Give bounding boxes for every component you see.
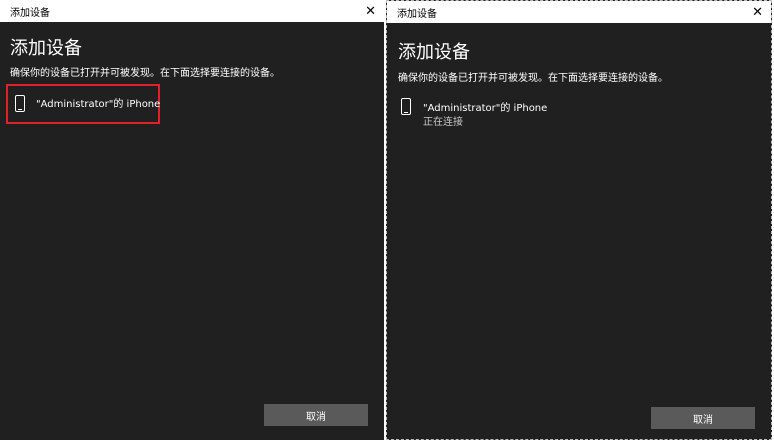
cancel-button[interactable]: 取消 bbox=[651, 407, 755, 429]
window-titlebar: 添加设备 ✕ bbox=[0, 0, 384, 22]
phone-icon bbox=[401, 98, 411, 115]
close-icon[interactable]: ✕ bbox=[365, 5, 376, 18]
device-list-item[interactable]: "Administrator"的 iPhone 正在连接 bbox=[395, 95, 615, 135]
device-name: "Administrator"的 iPhone bbox=[423, 103, 548, 114]
window-titlebar: 添加设备 ✕ bbox=[387, 1, 771, 23]
window-title: 添加设备 bbox=[10, 7, 50, 19]
dialog-heading: 添加设备 bbox=[398, 42, 470, 63]
close-icon[interactable]: ✕ bbox=[752, 6, 763, 19]
dialog-subtitle: 确保你的设备已打开并可被发现。在下面选择要连接的设备。 bbox=[10, 68, 280, 79]
dialog-subtitle: 确保你的设备已打开并可被发现。在下面选择要连接的设备。 bbox=[398, 73, 668, 84]
dialog-heading: 添加设备 bbox=[10, 38, 82, 59]
window-title: 添加设备 bbox=[397, 8, 437, 20]
add-device-dialog-right: 添加设备 ✕ 添加设备 确保你的设备已打开并可被发现。在下面选择要连接的设备。 … bbox=[386, 0, 772, 440]
device-status: 正在连接 bbox=[423, 117, 463, 128]
phone-icon bbox=[15, 95, 25, 112]
device-name: "Administrator"的 iPhone bbox=[36, 99, 161, 110]
cancel-button[interactable]: 取消 bbox=[264, 404, 368, 426]
add-device-dialog-left: 添加设备 ✕ 添加设备 确保你的设备已打开并可被发现。在下面选择要连接的设备。 … bbox=[0, 0, 384, 440]
device-list-item[interactable]: "Administrator"的 iPhone bbox=[6, 84, 160, 124]
